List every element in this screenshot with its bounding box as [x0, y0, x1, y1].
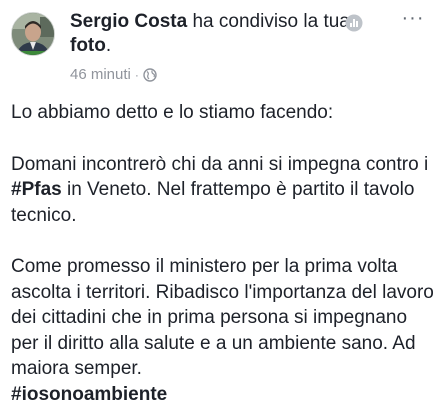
- header-period: .: [105, 35, 112, 56]
- paragraph-2-end: in Veneto. Nel frattempo è partito il ta…: [11, 179, 415, 226]
- post-body: Lo abbiamo detto e lo stiamo facendo: Do…: [11, 100, 436, 407]
- hashtag-iosonoambiente[interactable]: #iosonoambiente: [11, 382, 436, 408]
- facebook-post: Sergio Costa ha condiviso la tua foto. 4…: [0, 0, 442, 416]
- photo-link[interactable]: foto: [70, 35, 106, 56]
- more-options-button[interactable]: ···: [398, 8, 428, 34]
- post-meta: 46 minuti ·: [70, 66, 157, 83]
- author-avatar[interactable]: [11, 12, 55, 56]
- globe-icon: [143, 67, 157, 82]
- post-timestamp[interactable]: 46 minuti: [70, 66, 131, 83]
- author-name[interactable]: Sergio Costa: [70, 11, 187, 32]
- post-paragraph-1: Lo abbiamo detto e lo stiamo facendo:: [11, 102, 334, 123]
- post-header: Sergio Costa ha condiviso la tua foto.: [70, 10, 350, 58]
- header-action: ha condiviso la tua: [187, 11, 350, 32]
- post-paragraph-3: Come promesso il ministero per la prima …: [11, 256, 434, 379]
- bar-chart-icon[interactable]: [345, 14, 363, 32]
- avatar-photo: [12, 13, 54, 55]
- meta-separator: ·: [134, 67, 139, 82]
- paragraph-2-start: Domani incontrerò chi da anni si impegna…: [11, 153, 429, 175]
- post-paragraph-2: Domani incontrerò chi da anni si impegna…: [11, 152, 436, 229]
- hashtag-pfas[interactable]: #Pfas: [11, 179, 62, 200]
